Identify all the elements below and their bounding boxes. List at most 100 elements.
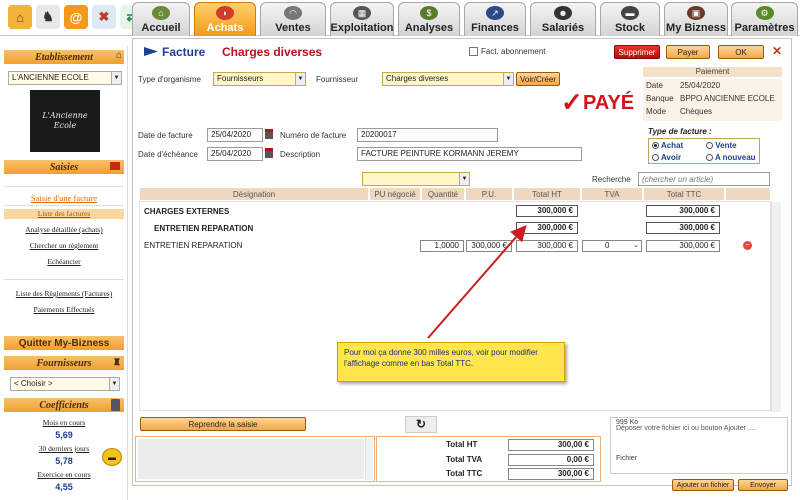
watermelon-icon: ◗ — [216, 6, 234, 20]
link-chercher-reglement[interactable]: Chercher un règlement — [4, 241, 124, 250]
total-ht-value: 300,00 € — [508, 439, 594, 451]
notes-area[interactable] — [135, 436, 375, 482]
total-tva-value: 0,00 € — [508, 454, 594, 466]
paye-label: PAYÉ — [583, 92, 635, 114]
row-total-ttc: 300,000 € — [646, 205, 720, 217]
col-designation: Désignation — [140, 188, 368, 200]
radio-achat[interactable]: Achat — [652, 141, 683, 150]
link-paiements-effectues[interactable]: Paiements Effectués — [4, 305, 124, 314]
calendar-icon[interactable] — [265, 129, 273, 139]
drop-text: Déposer votre fichier ici ou bouton Ajou… — [616, 425, 756, 432]
gear-icon: ⚙ — [755, 6, 774, 20]
payer-button[interactable]: Payer — [666, 45, 710, 59]
tab-accueil[interactable]: ⌂ Accueil — [132, 2, 190, 36]
abonnement-checkbox[interactable] — [469, 47, 478, 56]
email-icon[interactable]: @ — [64, 5, 88, 29]
link-saisie-facture[interactable]: Saisie d'une facture — [4, 193, 124, 203]
chevron-down-icon: ▼ — [111, 72, 121, 84]
link-liste-factures[interactable]: Liste des factures — [4, 209, 124, 219]
tab-achats[interactable]: ◗ Achats — [194, 2, 256, 36]
supprimer-button[interactable]: Supprimer — [614, 45, 660, 59]
paiement-box: Date 25/04/2020 Banque BPPO ANCIENNE ECO… — [643, 79, 782, 121]
radio-avoir[interactable]: Avoir — [652, 153, 681, 162]
abonnement-label: Fact. abonnement — [481, 47, 546, 56]
calculator-icon — [111, 399, 120, 411]
quitter-label: Quitter My-Bizness — [18, 337, 110, 349]
supplier-icon: ♜ — [112, 357, 121, 367]
coefficients-title: Coefficients — [39, 399, 89, 411]
calendar-icon[interactable] — [265, 148, 273, 158]
tab-label: Paramètres — [734, 22, 795, 34]
row-tva-value: 0 — [605, 241, 610, 250]
paiement-date-value: 25/04/2020 — [680, 81, 721, 90]
description-input[interactable]: FACTURE PEINTURE KORMANN JEREMY — [357, 147, 582, 161]
chevron-down-icon: ▼ — [109, 378, 119, 390]
ajouter-fichier-button[interactable]: Ajouter un fichier — [672, 479, 734, 491]
paiement-mode-value: Chèques — [680, 107, 713, 116]
paiement-mode-label: Mode — [646, 107, 667, 116]
radio-label: Achat — [660, 141, 684, 150]
tab-label: Accueil — [141, 22, 181, 34]
radio-vente[interactable]: Vente — [706, 141, 737, 150]
home-icon[interactable]: ⌂ — [8, 5, 32, 29]
type-facture-title: Type de facture : — [648, 127, 712, 136]
print-icon[interactable]: ✖ — [92, 5, 116, 29]
link-liste-reglements[interactable]: Liste des Règlements (Factures) — [4, 289, 124, 298]
play-arrow-icon — [144, 47, 158, 56]
total-ttc-value: 300,00 € — [508, 468, 594, 480]
date-echeance-label: Date d'échéance — [138, 150, 198, 159]
tab-my-bizness[interactable]: ▣ My Bizness — [664, 2, 728, 36]
tab-parametres[interactable]: ⚙ Paramètres — [731, 2, 798, 36]
date-echeance-input[interactable]: 25/04/2020 — [207, 147, 263, 161]
envoyer-button[interactable]: Envoyer — [738, 479, 788, 491]
tab-ventes[interactable]: ◠ Ventes — [260, 2, 326, 36]
close-icon[interactable]: ✕ — [772, 44, 782, 58]
coefficients-header: Coefficients — [4, 398, 124, 412]
recherche-input[interactable] — [638, 172, 770, 186]
top-navigation-bar: ⌂ ♞ @ ✖ ⇄ ⌂Accueil ◗Achats ◠Ventes ▦Expl… — [0, 0, 800, 36]
date-facture-input[interactable]: 25/04/2020 — [207, 128, 263, 142]
notes-scrollbar[interactable] — [365, 438, 373, 480]
file-drop-zone[interactable]: 999 Ko Déposer votre fichier ici ou bout… — [610, 417, 788, 474]
logo-text: L'Ancienne Ecole — [42, 111, 88, 130]
date-facture-label: Date de facture — [138, 131, 193, 140]
company-logo: L'Ancienne Ecole — [30, 90, 100, 152]
radio-vente-dot — [706, 142, 713, 149]
paiement-date-label: Date — [646, 81, 663, 90]
tab-analyses[interactable]: $ Analyses — [398, 2, 460, 36]
annotation-arrow — [427, 224, 527, 339]
refresh-icon[interactable]: ↻ — [405, 416, 437, 433]
total-ht-label: Total HT — [446, 440, 478, 449]
quitter-button[interactable]: Quitter My-Bizness — [4, 336, 124, 350]
ok-button[interactable]: OK — [718, 45, 764, 59]
link-echeancier[interactable]: Echéancier — [4, 257, 124, 266]
row-tva-select[interactable]: 0 ⌄ — [582, 240, 642, 252]
type-organisme-select[interactable]: Fournisseurs ▼ — [213, 72, 306, 86]
fournisseur-select[interactable]: Charges diverses ▼ — [382, 72, 514, 86]
row-total-ht: 300,000 € — [516, 205, 578, 217]
grid-scrollbar[interactable] — [771, 202, 781, 412]
article-select[interactable]: ▼ — [362, 172, 470, 186]
total-tva-label: Total TVA — [446, 455, 483, 464]
row-designation: ENTRETIEN REPARATION — [154, 224, 254, 233]
numero-facture-input[interactable]: 20200017 — [357, 128, 498, 142]
reprendre-saisie-button[interactable]: Reprendre la saisie — [140, 417, 306, 431]
tab-finances[interactable]: ↗ Finances — [464, 2, 526, 36]
manager-icon[interactable]: ♞ — [36, 5, 60, 29]
coef-label[interactable]: Exercice en cours — [4, 470, 124, 479]
saisies-title: Saisies — [49, 161, 79, 173]
tab-salaries[interactable]: ☻ Salariés — [530, 2, 596, 36]
tab-stock[interactable]: ▬ Stock — [600, 2, 660, 36]
paye-stamp: ✓ PAYÉ — [561, 88, 635, 118]
tab-exploitation[interactable]: ▦ Exploitation — [330, 2, 394, 36]
coef-label[interactable]: Mois en cours — [4, 418, 124, 427]
coef-value: 4,55 — [55, 482, 73, 492]
radio-a-nouveau[interactable]: A nouveau — [706, 153, 756, 162]
fournisseurs-select[interactable]: < Choisir > ▼ — [10, 377, 120, 391]
link-analyse-detaillee[interactable]: Analyse détaillée (achats) — [4, 225, 124, 234]
delete-row-icon[interactable]: − — [743, 241, 752, 250]
row-total-ttc: 300,000 € — [646, 240, 720, 252]
chart-icon: ↗ — [486, 6, 504, 20]
voir-creer-button[interactable]: Voir/Créer — [516, 72, 560, 86]
etablissement-select[interactable]: L'ANCIENNE ECOLE ▼ — [8, 71, 122, 85]
